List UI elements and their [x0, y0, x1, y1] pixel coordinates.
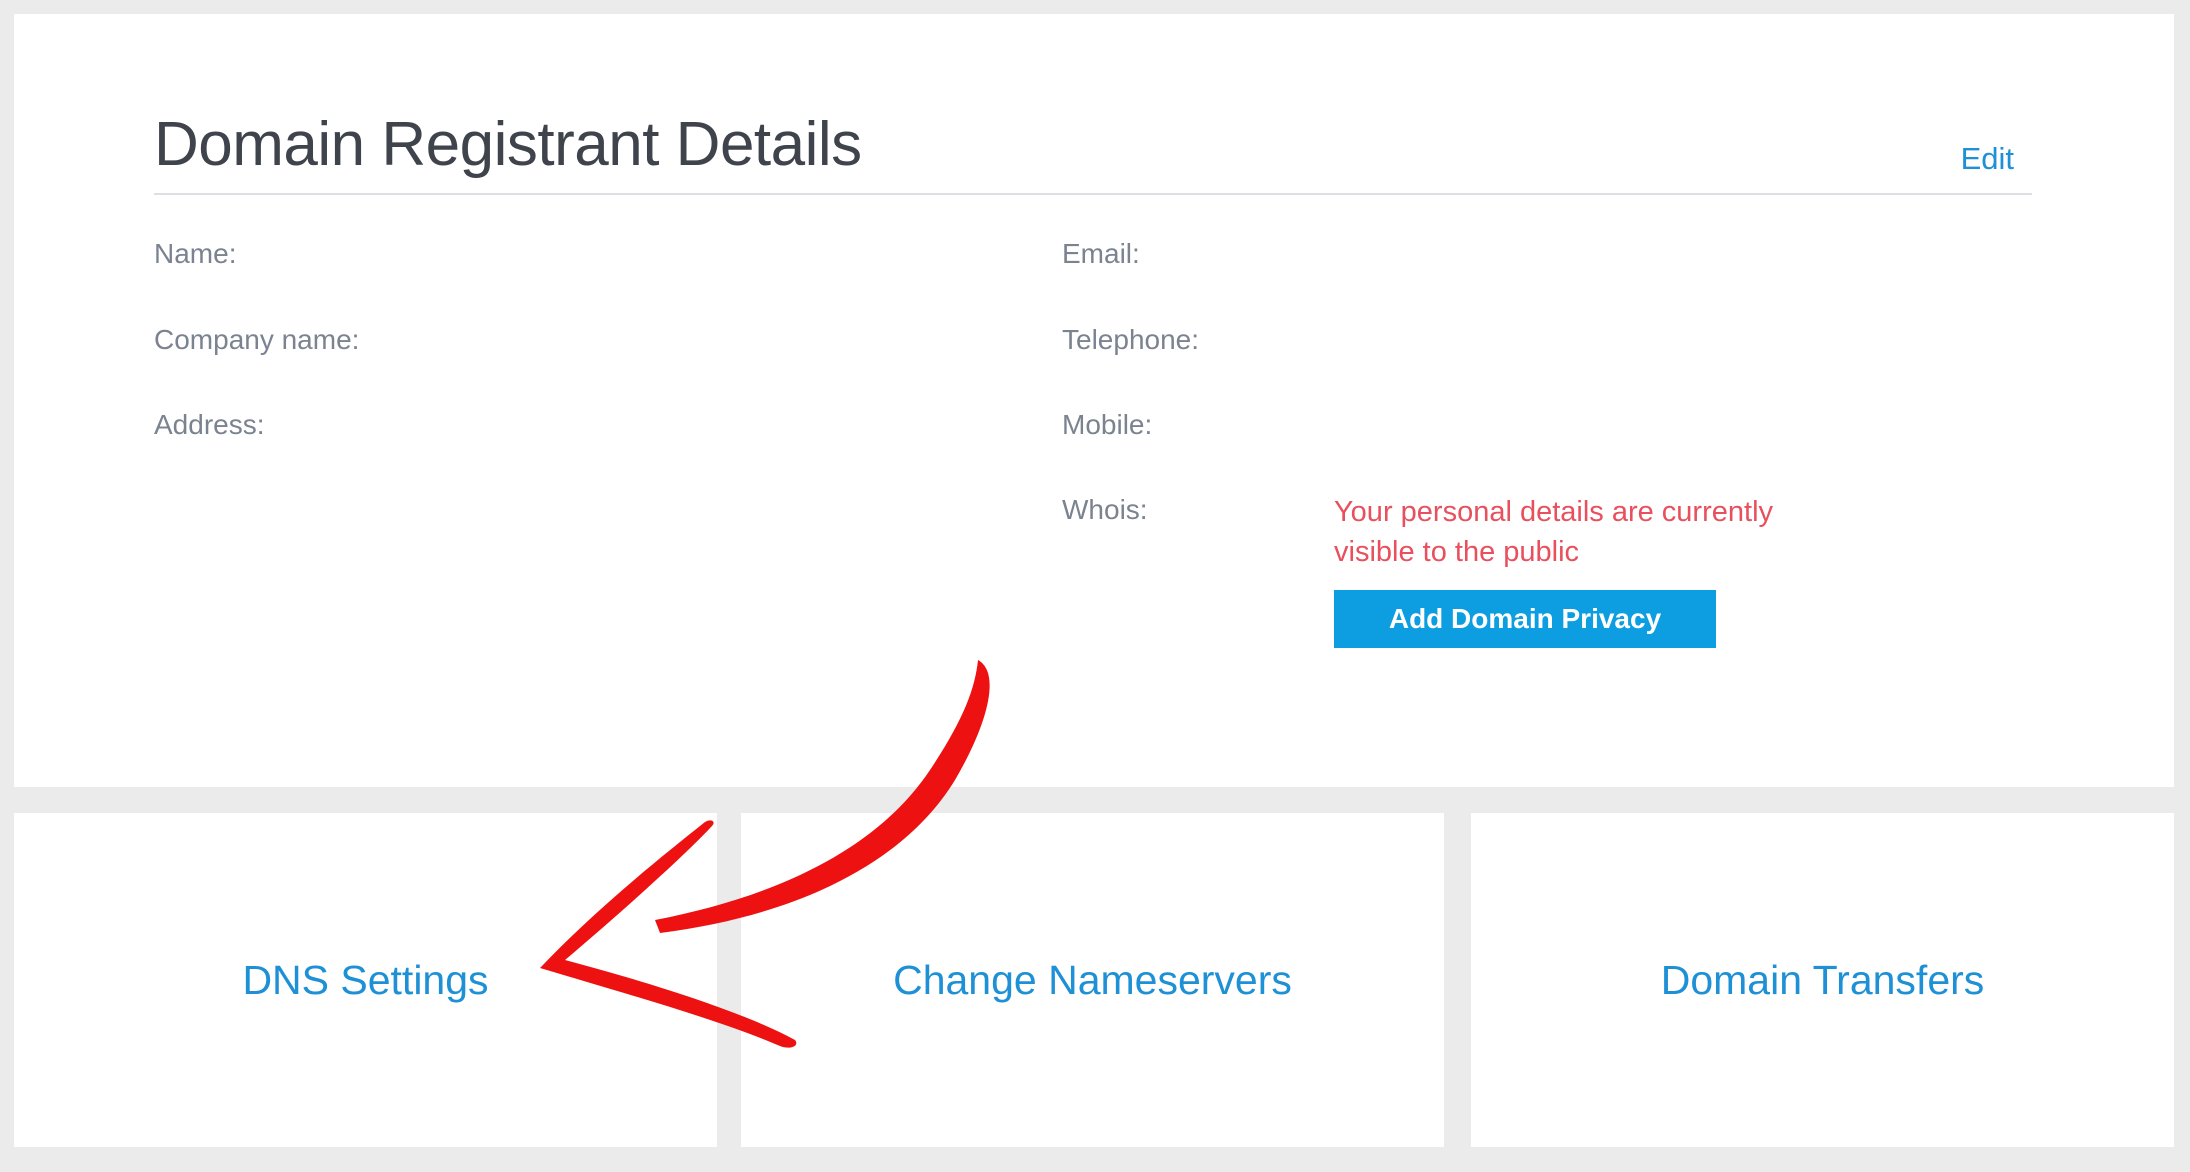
whois-label: Whois: — [1062, 494, 1148, 525]
email-label: Email: — [1062, 238, 1140, 269]
registrant-details-panel: Domain Registrant Details Edit Name: Com… — [14, 14, 2174, 787]
add-domain-privacy-button[interactable]: Add Domain Privacy — [1334, 590, 1716, 648]
tile-dns-settings[interactable]: DNS Settings — [14, 813, 717, 1147]
company-name-label: Company name: — [154, 324, 360, 355]
tile-domain-transfers[interactable]: Domain Transfers — [1471, 813, 2174, 1147]
page-title: Domain Registrant Details — [154, 110, 862, 179]
tile-change-nameservers[interactable]: Change Nameservers — [741, 813, 1444, 1147]
dns-settings-link[interactable]: DNS Settings — [242, 957, 488, 1004]
domain-transfers-link[interactable]: Domain Transfers — [1661, 957, 1985, 1004]
telephone-label: Telephone: — [1062, 324, 1200, 355]
mobile-label: Mobile: — [1062, 409, 1153, 440]
whois-warning-text: Your personal details are currently visi… — [1334, 496, 1774, 568]
name-label: Name: — [154, 238, 237, 269]
edit-link[interactable]: Edit — [1961, 141, 2014, 177]
title-divider — [154, 193, 2032, 195]
page: Domain Registrant Details Edit Name: Com… — [0, 0, 2190, 1172]
address-label: Address: — [154, 409, 265, 440]
change-nameservers-link[interactable]: Change Nameservers — [893, 957, 1292, 1004]
